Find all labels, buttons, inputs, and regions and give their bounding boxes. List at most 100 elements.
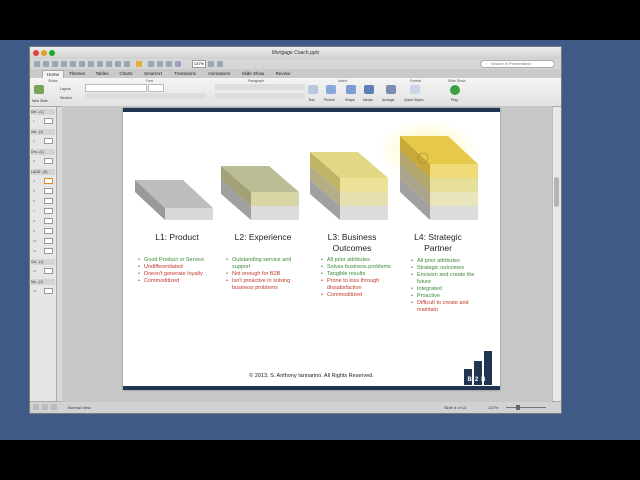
shape-icon[interactable] [346,85,356,94]
tab-review[interactable]: Review [272,70,294,78]
tab-tables[interactable]: Tables [92,70,112,78]
list-item: Solves business problems [321,264,399,271]
section-button[interactable]: Section [60,96,72,100]
tab-transitions[interactable]: Transitions [170,70,200,78]
new-icon[interactable] [34,61,40,67]
text-box-icon[interactable] [308,85,318,94]
format-icon[interactable] [106,61,112,67]
media-browser-icon[interactable] [136,61,142,67]
view-name: Normal View [68,405,91,410]
slide-thumbnail[interactable] [44,268,53,274]
paste-icon[interactable] [97,61,103,67]
normal-view-icon[interactable] [33,404,39,410]
print-icon[interactable] [70,61,76,67]
tab-smartart[interactable]: SmartArt [140,70,166,78]
cut-icon[interactable] [79,61,85,67]
list-item: Integrated [411,286,486,293]
slide-thumbnail[interactable] [44,138,53,144]
search-input[interactable]: Search in Presentation [480,60,555,68]
scroll-thumb[interactable] [554,177,559,207]
sorter-view-icon[interactable] [42,404,48,410]
list-item: Proactive [411,293,486,300]
tab-animations[interactable]: Animations [204,70,234,78]
section-ladder[interactable]: LADD...(8) [31,169,55,175]
slide-thumbnail[interactable] [44,118,53,124]
picture-icon[interactable] [326,85,336,94]
list-item: Envision and create the future [411,272,486,286]
group-font-label: Font [146,79,154,83]
new-slide-icon[interactable] [34,85,44,94]
paragraph-list-buttons[interactable] [215,84,305,90]
slide-thumbnail[interactable] [44,238,53,244]
slideshow-icon[interactable] [175,61,181,67]
slide-thumbnail[interactable] [44,248,53,254]
arrange-button-label[interactable]: Arrange [382,98,394,102]
tab-slide-show[interactable]: Slide Show [238,70,268,78]
slide-number: 4 [33,179,35,183]
section-close[interactable]: Clo...(1) [31,259,55,265]
font-size-select[interactable] [148,84,164,92]
new-slide-label[interactable]: New Slide [32,99,48,103]
zoom-slider-thumb[interactable] [516,405,520,410]
section-default[interactable]: Def...(1) [31,109,55,115]
slide[interactable]: L1: Product L2: Experience L3: Business … [123,108,500,390]
open-icon[interactable] [52,61,58,67]
arrange-icon[interactable] [386,85,396,94]
vertical-scrollbar[interactable] [552,107,561,403]
tab-themes[interactable]: Themes [66,70,88,78]
slide-counter: Slide 4 of 13 [444,405,467,410]
level-1-bullets: Good Product or Service Undifferentiated… [138,257,218,285]
quick-styles-label[interactable]: Quick Styles [404,98,423,102]
play-icon[interactable] [450,85,460,95]
quick-styles-icon[interactable] [410,85,420,94]
slide-number: 13 [33,289,37,293]
slide-thumbnail[interactable] [44,288,53,294]
slide-thumbnail[interactable] [44,208,53,214]
slide-thumbnail-selected[interactable] [44,178,53,184]
slide-thumbnail[interactable] [44,188,53,194]
media-icon[interactable] [364,85,374,94]
zoom-field[interactable]: 137% [192,60,206,68]
play-button-label[interactable]: Play [451,98,458,102]
group-insert-label: Insert [338,79,347,83]
paragraph-align-buttons[interactable] [215,93,305,99]
slide-thumbnail[interactable] [44,198,53,204]
smartart-icon[interactable] [166,61,172,67]
slide-thumbnail[interactable] [44,228,53,234]
slide-thumbnail[interactable] [44,158,53,164]
window-title: Mortgage Coach.pptx [271,50,320,56]
slideshow-view-icon[interactable] [51,404,57,410]
section-dra[interactable]: Dra...(1) [31,149,55,155]
copy-icon[interactable] [88,61,94,67]
tab-charts[interactable]: Charts [116,70,136,78]
b2b-logo: B2B [463,349,493,385]
font-format-buttons[interactable] [85,93,205,99]
font-name-select[interactable] [85,84,147,92]
section-more[interactable]: Mo...(1) [31,279,55,285]
zoom-slider[interactable] [506,407,546,408]
slide-number: 9 [33,229,35,233]
status-zoom: 137% [488,405,499,410]
list-item: All prior attributes [321,257,399,264]
group-paragraph-label: Paragraph [248,79,265,83]
status-bar: Normal View Slide 4 of 13 137% [30,401,561,413]
media-button-label[interactable]: Media [363,98,373,102]
picture-button-label[interactable]: Picture [324,98,335,102]
templates-icon[interactable] [43,61,49,67]
redo-icon[interactable] [124,61,130,67]
shape-button-label[interactable]: Shape [345,98,355,102]
list-item: Not enough for B2B [226,271,306,278]
insert-table-icon[interactable] [148,61,154,67]
section-intro[interactable]: Intr...(1) [31,129,55,135]
undo-icon[interactable] [115,61,121,67]
layout-button[interactable]: Layout [60,87,71,91]
help-icon[interactable] [217,61,223,67]
list-item: Strategic outcomes [411,265,486,272]
slide-thumbnail[interactable] [44,218,53,224]
slide-sorter-sidebar: Def...(1) 1 Intr...(1) 2 Dra...(1) 3 LAD… [30,107,57,403]
chart-icon[interactable] [157,61,163,67]
save-icon[interactable] [61,61,67,67]
toolbox-icon[interactable] [208,61,214,67]
text-button-label[interactable]: Text [308,98,314,102]
list-item: Prone to loss through dissatisfaction [321,278,399,292]
